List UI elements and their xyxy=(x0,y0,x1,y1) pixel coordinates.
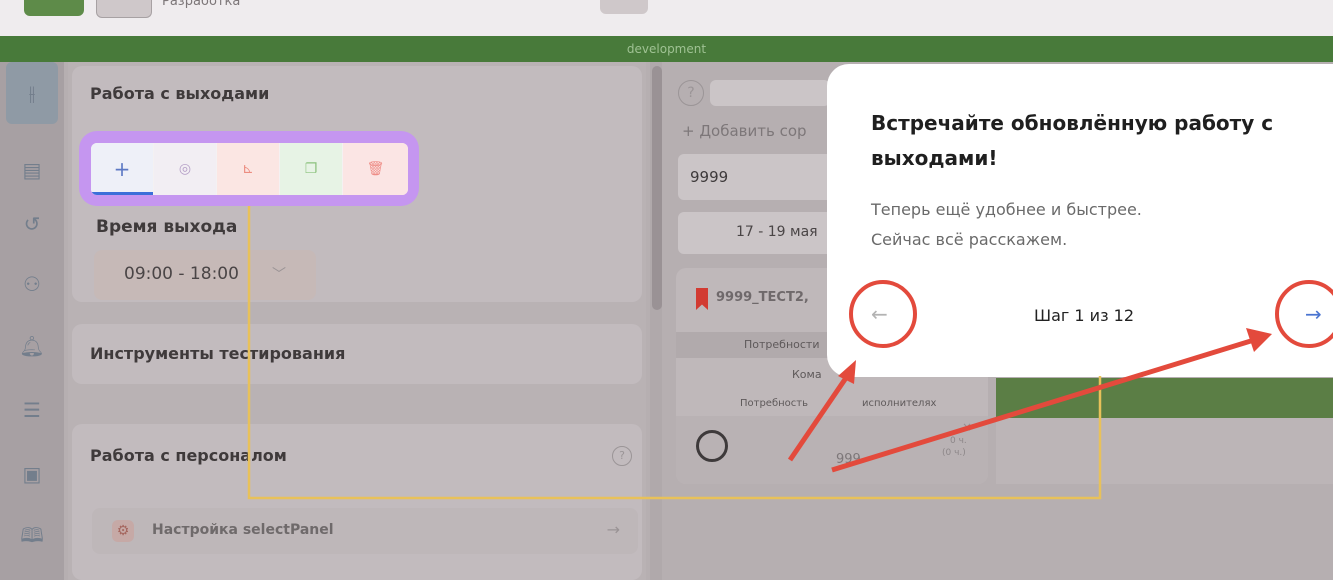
annotation-overlay xyxy=(247,206,1333,500)
next-button-highlight xyxy=(1275,280,1333,348)
red-arrowhead-prev xyxy=(838,360,856,384)
yellow-connector-line xyxy=(247,206,1102,500)
red-arrow-line-next xyxy=(831,337,1255,473)
red-arrow-line-prev xyxy=(787,370,853,462)
prev-button-highlight xyxy=(849,280,917,348)
